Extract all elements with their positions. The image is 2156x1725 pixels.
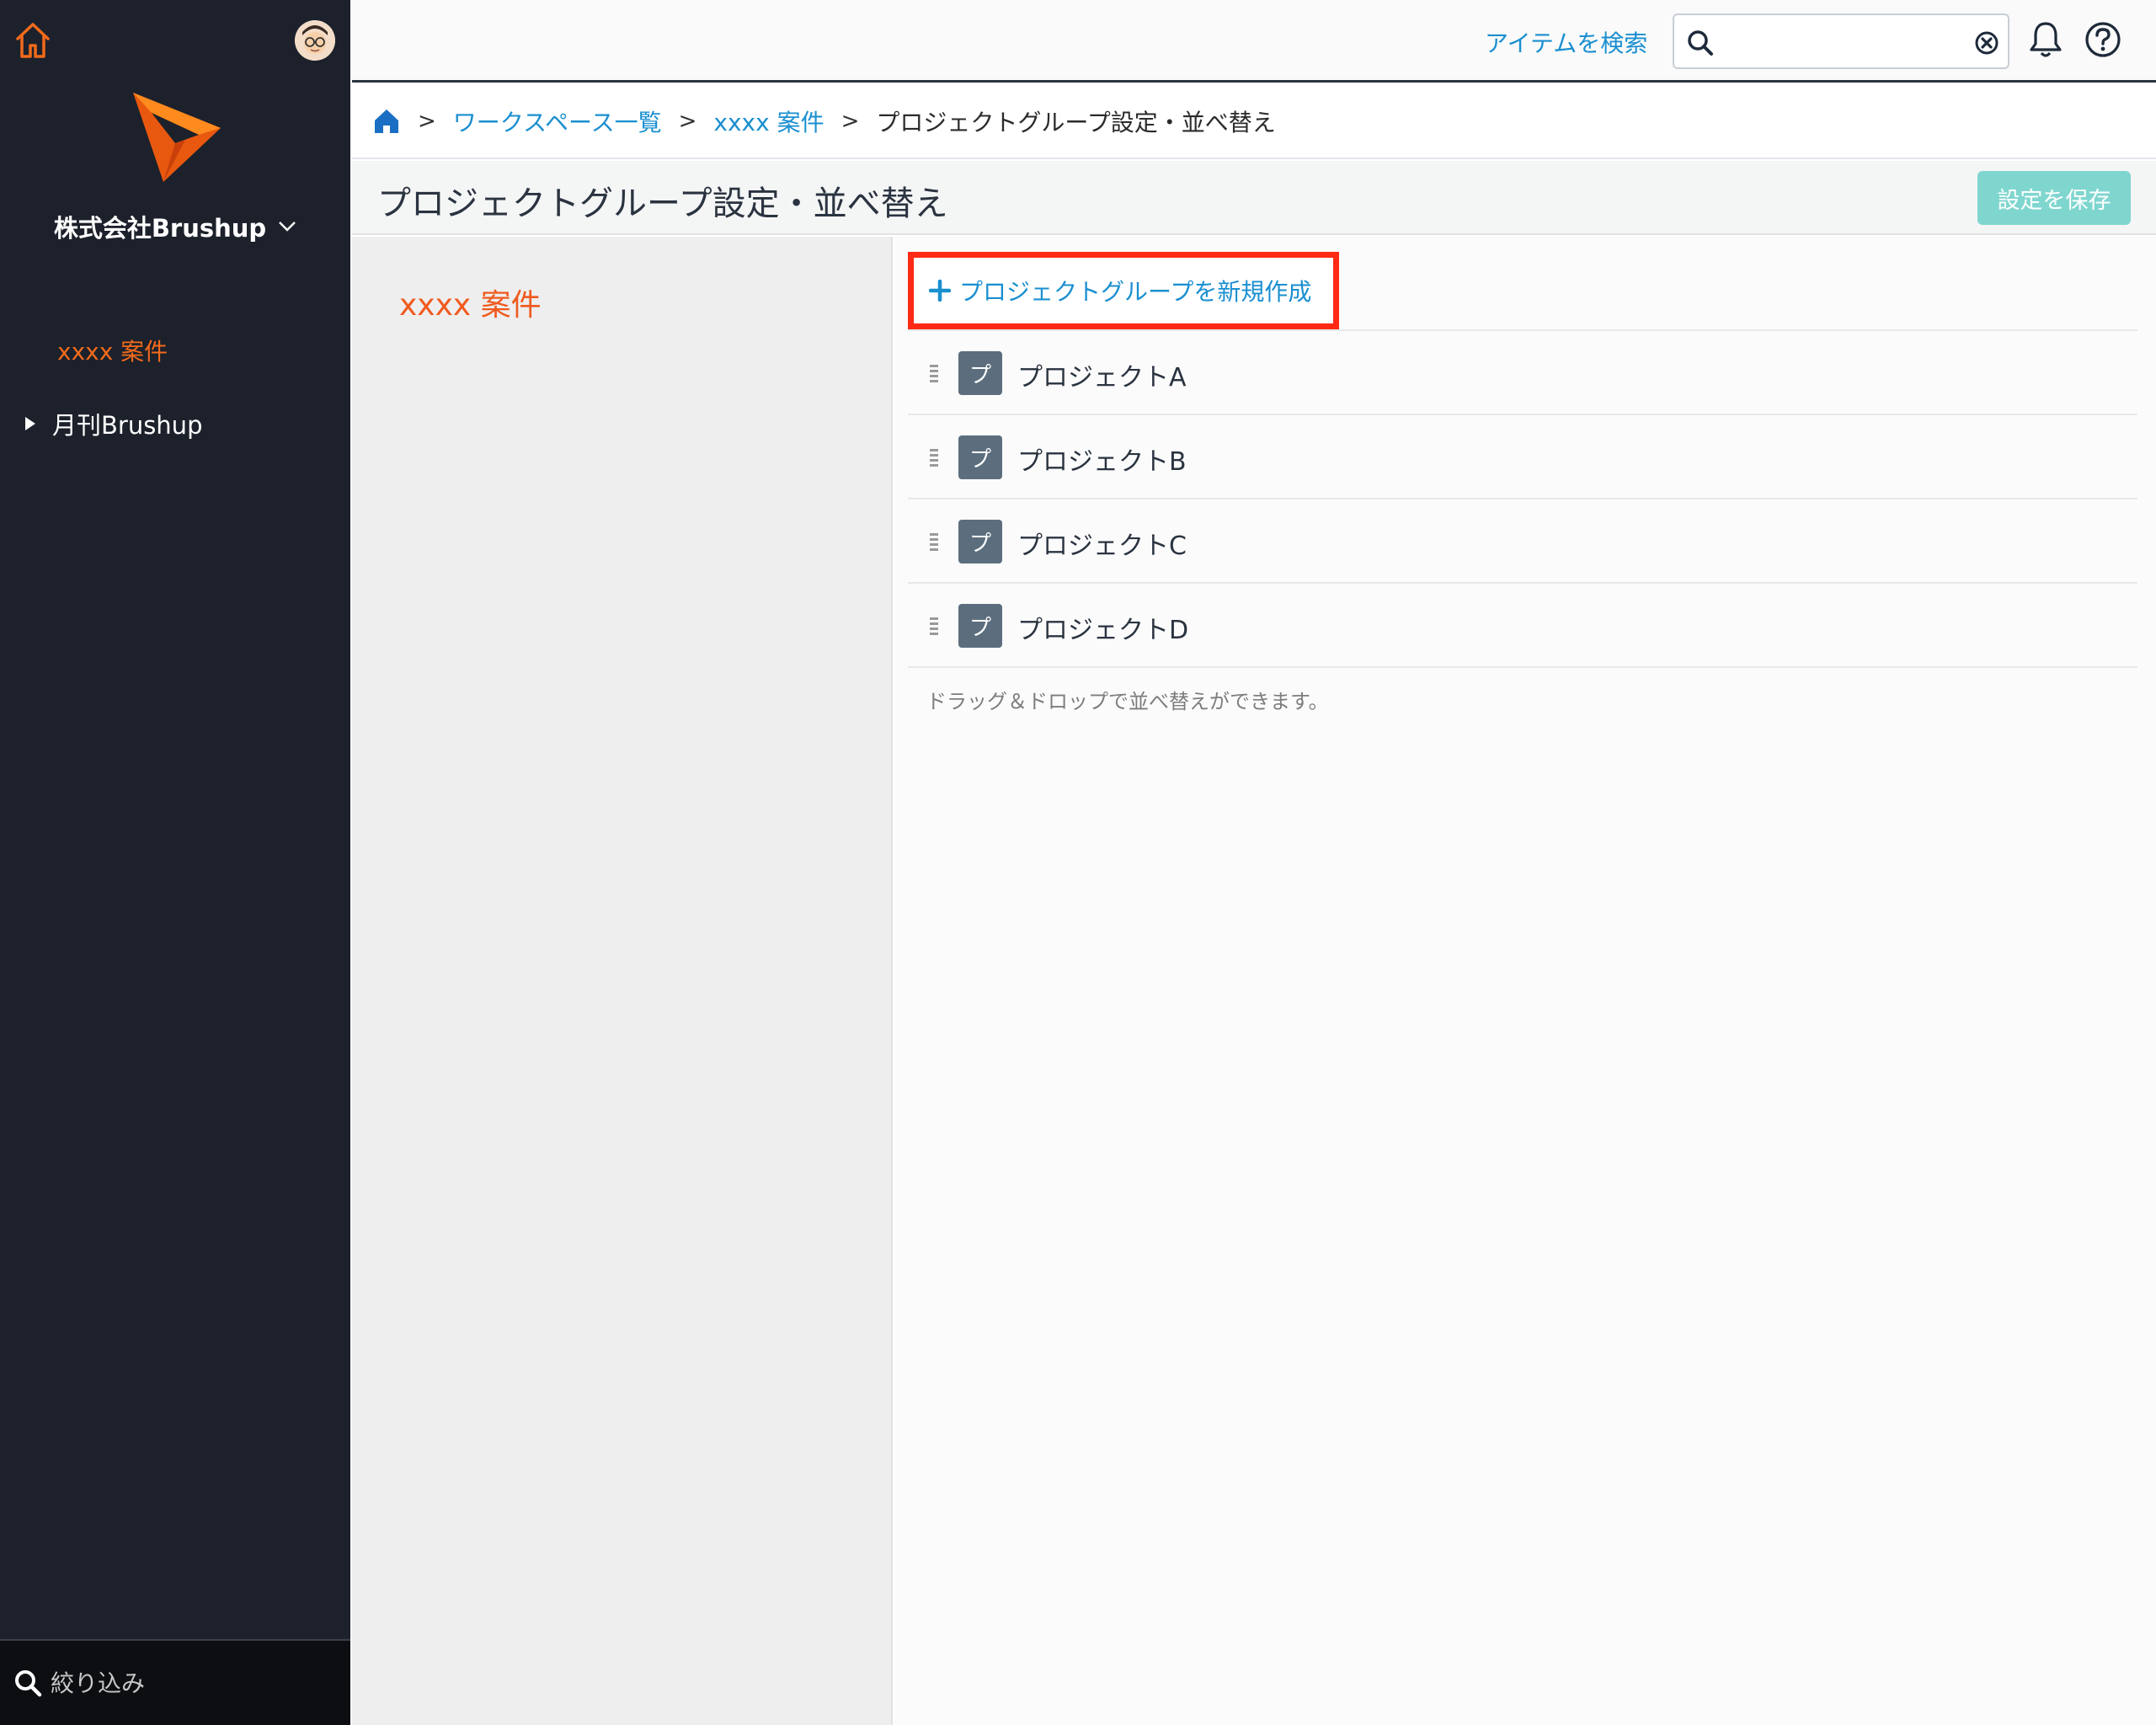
search-icon [15,1670,42,1697]
home-icon[interactable] [372,107,401,136]
drag-handle-icon[interactable] [930,533,938,552]
project-badge: プ [958,351,1002,395]
project-name: プロジェクトA [1017,363,1187,393]
breadcrumb-separator: > [678,109,697,134]
project-name: プロジェクトD [1017,616,1189,645]
create-project-group-button[interactable]: プロジェクトグループを新規作成 [908,252,1339,329]
list-item[interactable]: プ プロジェクトD [908,584,2137,668]
breadcrumb: > ワークスペース一覧 > xxxx 案件 > プロジェクトグループ設定・並べ替… [352,85,2156,159]
topbar: アイテムを検索 [352,0,2156,83]
breadcrumb-separator: > [841,109,860,134]
avatar[interactable] [295,20,335,61]
project-badge: プ [958,604,1002,648]
sidebar-filter [0,1639,350,1725]
workspace-panel: xxxx 案件 [352,237,893,1725]
project-name: プロジェクトB [1017,447,1187,477]
project-group-list: プ プロジェクトA プ プロジェクトB プ プロジェクトC プ プロジェクトD [908,331,2137,668]
project-name: プロジェクトC [1017,531,1187,561]
search-box[interactable] [1673,13,2009,69]
chevron-down-icon [279,222,296,232]
create-project-group-label: プロジェクトグループを新規作成 [959,278,1312,306]
bell-icon[interactable] [2028,20,2063,59]
filter-input[interactable] [51,1669,337,1697]
plus-icon [929,280,951,302]
search-label[interactable]: アイテムを検索 [1485,25,1647,59]
sidebar-item-active-workspace[interactable]: xxxx 案件 [57,334,168,367]
save-settings-button[interactable]: 設定を保存 [1977,171,2131,225]
search-input[interactable] [1721,24,1957,61]
breadcrumb-separator: > [418,109,436,134]
avatar-face-icon [295,20,335,61]
breadcrumb-current: プロジェクトグループ設定・並べ替え [876,109,1276,136]
search-icon [1688,30,1713,56]
list-item[interactable]: プ プロジェクトB [908,415,2137,499]
help-icon[interactable] [2084,20,2122,59]
page-title: プロジェクトグループ設定・並べ替え [377,184,948,223]
drag-handle-icon[interactable] [930,365,938,383]
drag-drop-hint: ドラッグ＆ドロップで並べ替えができます。 [926,690,1329,713]
page-header: プロジェクトグループ設定・並べ替え 設定を保存 [352,161,2156,235]
sidebar: 株式会社Brushup xxxx 案件 月刊Brushup [0,0,350,1725]
project-group-panel: プロジェクトグループを新規作成 プ プロジェクトA プ プロジェクトB プ プロ… [894,237,2156,1725]
breadcrumb-item-workspace[interactable]: xxxx 案件 [713,104,824,138]
brand-logo [133,93,221,182]
sidebar-item-label: 月刊Brushup [52,411,203,440]
company-switcher[interactable]: 株式会社Brushup [0,209,350,244]
list-item[interactable]: プ プロジェクトA [908,331,2137,415]
company-name: 株式会社Brushup [53,214,267,243]
clear-icon[interactable] [1974,30,1999,56]
workspace-title[interactable]: xxxx 案件 [399,280,542,324]
project-badge: プ [958,520,1002,563]
home-icon[interactable] [13,20,52,61]
sidebar-item-monthly-brushup[interactable]: 月刊Brushup [25,406,202,441]
breadcrumb-item-workspaces[interactable]: ワークスペース一覧 [453,104,662,138]
drag-handle-icon[interactable] [930,617,938,636]
list-item[interactable]: プ プロジェクトC [908,499,2137,584]
drag-handle-icon[interactable] [930,449,938,467]
project-badge: プ [958,435,1002,479]
caret-right-icon[interactable] [25,417,35,430]
